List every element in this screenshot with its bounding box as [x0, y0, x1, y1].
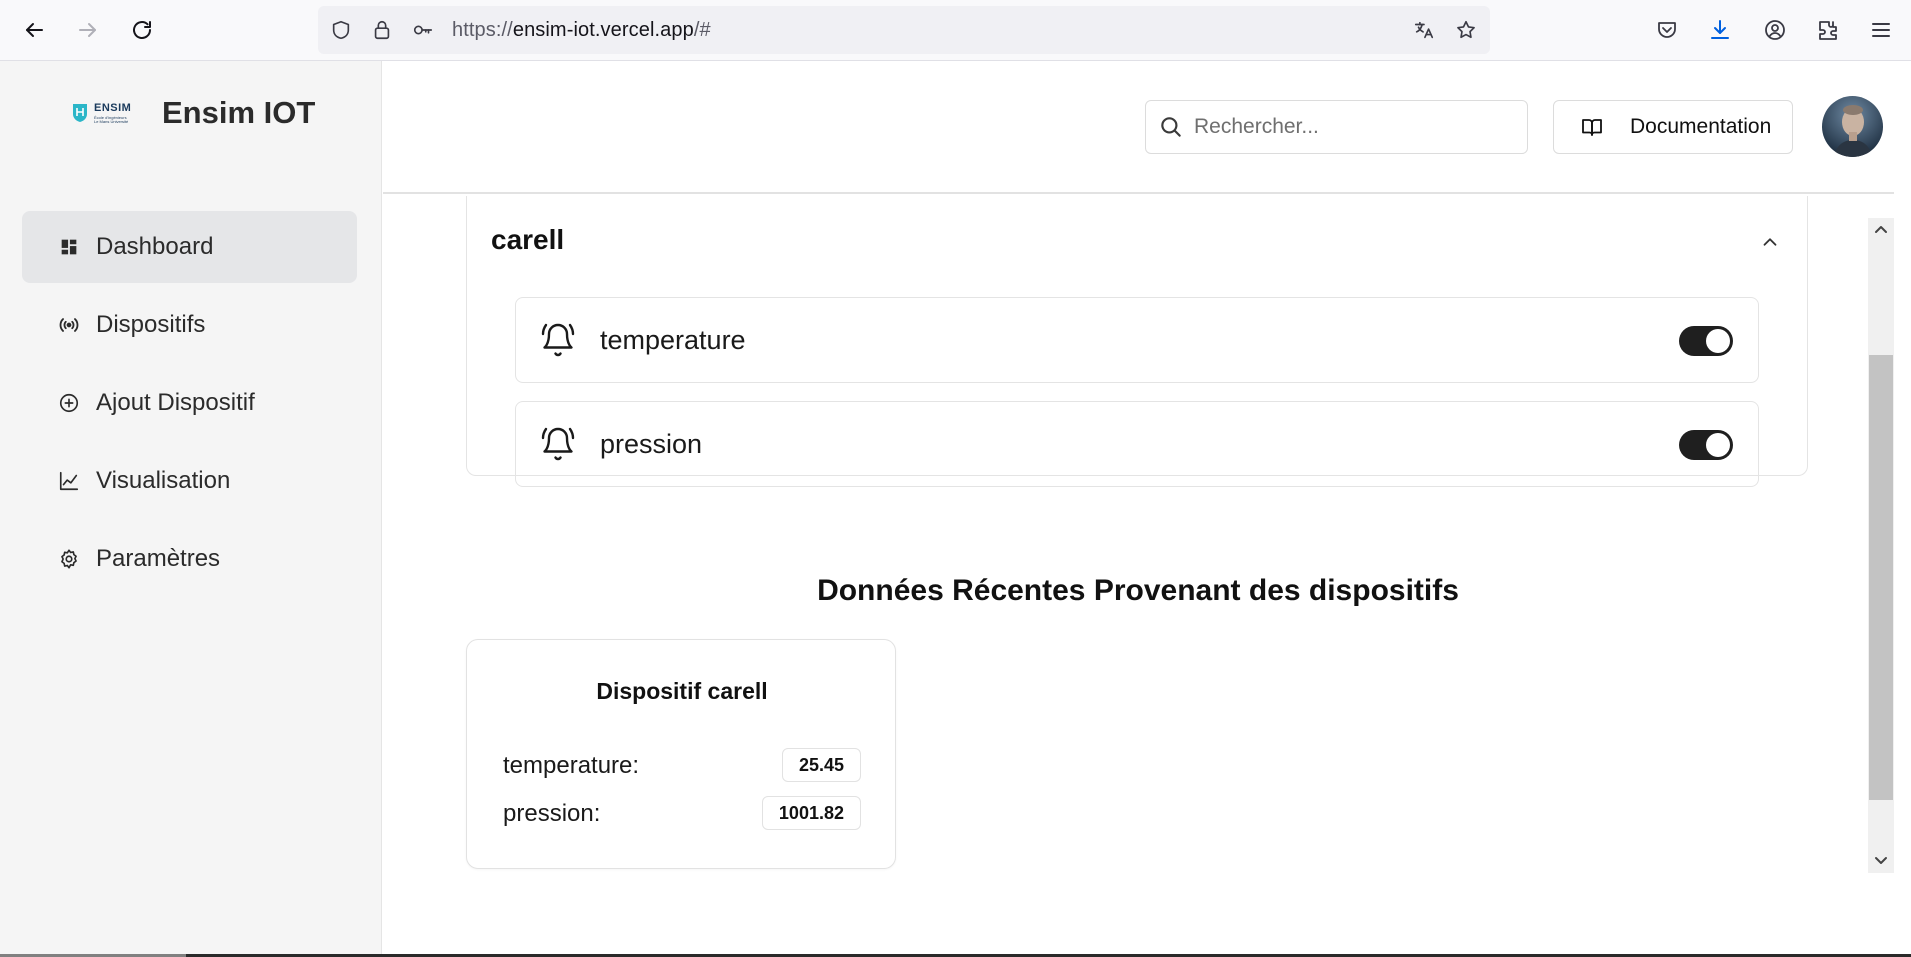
reload-button[interactable]: [124, 12, 160, 48]
reading-label: pression:: [503, 800, 601, 827]
alert-toggle-pression[interactable]: [1679, 430, 1733, 460]
extensions-icon[interactable]: [1814, 16, 1842, 44]
sidebar: ENSIM École d'ingénieurs Le Mans Univers…: [0, 61, 382, 957]
scrollbar-thumb[interactable]: [1869, 355, 1893, 800]
sidebar-item-dashboard[interactable]: Dashboard: [22, 211, 357, 283]
url-scheme: https://: [452, 19, 513, 41]
search-box[interactable]: [1145, 100, 1528, 154]
reading-label: temperature:: [503, 752, 640, 779]
device-name-heading[interactable]: carell: [491, 224, 564, 256]
url-host: ensim-iot.vercel.app: [512, 19, 694, 41]
bell-ring-icon: [541, 323, 575, 357]
chevron-up-icon[interactable]: [1759, 231, 1781, 253]
logo-shield-icon: [73, 104, 87, 122]
url-text[interactable]: https://ensim-iot.vercel.app/#: [452, 19, 711, 42]
ensim-logo: ENSIM École d'ingénieurs Le Mans Univers…: [72, 98, 142, 128]
sidebar-item-visualisation[interactable]: Visualisation: [22, 445, 357, 517]
key-icon[interactable]: [411, 18, 435, 42]
back-button[interactable]: [16, 12, 52, 48]
address-bar[interactable]: https://ensim-iot.vercel.app/#: [318, 6, 1490, 54]
sidebar-item-label: Dashboard: [96, 233, 214, 260]
toggle-knob: [1706, 329, 1730, 353]
content-scrollbar[interactable]: [1868, 218, 1894, 873]
logo-line1: ENSIM: [94, 101, 132, 114]
documentation-label: Documentation: [1630, 115, 1772, 138]
download-icon[interactable]: [1706, 16, 1734, 44]
search-icon: [1161, 117, 1181, 137]
alert-row-temperature: temperature: [515, 297, 1759, 383]
alert-toggle-temperature[interactable]: [1679, 326, 1733, 356]
recent-device-card: Dispositif carell temperature: 25.45 pre…: [466, 639, 896, 869]
bell-ring-icon: [541, 427, 575, 461]
alert-label: pression: [600, 429, 703, 459]
sidebar-item-label: Visualisation: [96, 467, 231, 494]
gear-icon: [58, 548, 80, 570]
logo-line3: Le Mans Université: [94, 118, 129, 124]
documentation-button[interactable]: Documentation: [1553, 100, 1793, 154]
sidebar-item-parametres[interactable]: Paramètres: [22, 523, 357, 595]
browser-toolbar: https://ensim-iot.vercel.app/#: [0, 0, 1911, 61]
pocket-icon[interactable]: [1653, 16, 1681, 44]
forward-button[interactable]: [70, 12, 106, 48]
star-icon[interactable]: [1454, 18, 1478, 42]
top-header: Documentation: [383, 61, 1894, 194]
reload-icon: [133, 21, 151, 39]
main-content: carell temperature pression Données Réce…: [383, 196, 1868, 957]
sidebar-item-label: Ajout Dispositif: [96, 389, 255, 416]
shield-icon[interactable]: [329, 18, 353, 42]
app-name: Ensim IOT: [162, 95, 316, 130]
broadcast-icon: [58, 314, 80, 336]
translate-icon[interactable]: [1412, 18, 1436, 42]
sidebar-item-dispositifs[interactable]: Dispositifs: [22, 289, 357, 361]
recent-row-temperature: temperature: 25.45: [503, 748, 861, 782]
recent-card-title: Dispositif carell: [596, 678, 768, 704]
book-open-icon: [1582, 119, 1602, 136]
dashboard-icon: [58, 236, 80, 258]
sidebar-item-label: Paramètres: [96, 545, 221, 572]
account-icon[interactable]: [1761, 16, 1789, 44]
sidebar-item-label: Dispositifs: [96, 311, 206, 338]
alert-row-pression: pression: [515, 401, 1759, 487]
lock-icon[interactable]: [370, 18, 394, 42]
back-arrow-icon: [26, 23, 43, 37]
avatar[interactable]: [1822, 96, 1883, 157]
scroll-up-arrow-icon[interactable]: [1873, 222, 1889, 238]
alert-label: temperature: [600, 325, 746, 355]
forward-arrow-icon: [79, 23, 96, 37]
url-path: /#: [693, 19, 711, 41]
recent-row-pression: pression: 1001.82: [503, 796, 861, 830]
brand[interactable]: ENSIM École d'ingénieurs Le Mans Univers…: [72, 91, 315, 135]
plus-circle-icon: [58, 392, 80, 414]
sidebar-menu: Dashboard Dispositifs Ajout Dispositif V…: [22, 211, 357, 601]
sidebar-item-ajout-dispositif[interactable]: Ajout Dispositif: [22, 367, 357, 439]
scroll-down-arrow-icon[interactable]: [1873, 852, 1889, 868]
toggle-knob: [1706, 433, 1730, 457]
reading-value: 1001.82: [761, 796, 861, 830]
line-chart-icon: [58, 470, 80, 492]
recent-data-title: Données Récentes Provenant des dispositi…: [817, 574, 1459, 607]
reading-value: 25.45: [781, 748, 861, 782]
menu-icon[interactable]: [1867, 16, 1895, 44]
search-input[interactable]: [1194, 115, 1514, 139]
